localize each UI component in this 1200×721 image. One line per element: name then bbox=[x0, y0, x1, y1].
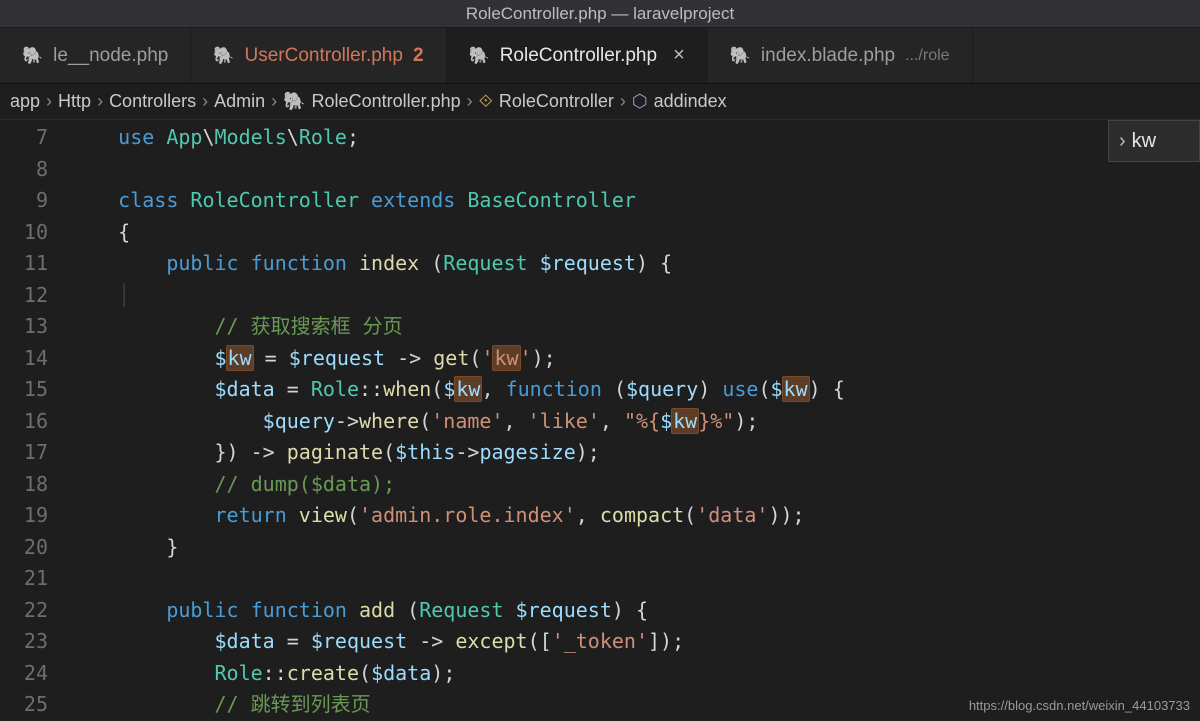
chevron-right-icon: › bbox=[202, 91, 208, 112]
line-number: 16 bbox=[0, 406, 48, 438]
code-line[interactable]: return view('admin.role.index', compact(… bbox=[70, 500, 1200, 532]
code-editor[interactable]: 78910111213141516171819202122232425 use … bbox=[0, 120, 1200, 721]
line-number: 9 bbox=[0, 185, 48, 217]
symbol-class-icon: ⟐ bbox=[479, 91, 493, 112]
php-icon: 🐘 bbox=[22, 46, 43, 66]
line-number: 17 bbox=[0, 437, 48, 469]
breadcrumb-item[interactable]: Http bbox=[58, 91, 91, 112]
tab-label: RoleController.php bbox=[500, 45, 657, 67]
code-line[interactable]: }) -> paginate($this->pagesize); bbox=[70, 437, 1200, 469]
line-number: 25 bbox=[0, 689, 48, 721]
line-number: 15 bbox=[0, 374, 48, 406]
chevron-right-icon: › bbox=[271, 91, 277, 112]
window-titlebar: RoleController.php — laravelproject bbox=[0, 0, 1200, 28]
code-area[interactable]: use App\Models\Role; class RoleControlle… bbox=[70, 120, 1200, 721]
line-number: 8 bbox=[0, 154, 48, 186]
find-widget-collapsed[interactable]: › kw bbox=[1108, 120, 1200, 162]
tab-label: index.blade.php bbox=[761, 45, 895, 67]
breadcrumb-item[interactable]: RoleController bbox=[499, 91, 614, 112]
code-line[interactable]: { bbox=[70, 217, 1200, 249]
code-line[interactable]: class RoleController extends BaseControl… bbox=[70, 185, 1200, 217]
tab-label: le__node.php bbox=[53, 45, 168, 67]
chevron-right-icon: › bbox=[1119, 130, 1126, 153]
window-title: RoleController.php — laravelproject bbox=[466, 4, 734, 24]
code-line[interactable] bbox=[70, 154, 1200, 186]
code-line[interactable]: $data = Role::when($kw, function ($query… bbox=[70, 374, 1200, 406]
line-number-gutter: 78910111213141516171819202122232425 bbox=[0, 120, 70, 721]
breadcrumb-item[interactable]: app bbox=[10, 91, 40, 112]
code-line[interactable]: $kw = $request -> get('kw'); bbox=[70, 343, 1200, 375]
line-number: 13 bbox=[0, 311, 48, 343]
code-line[interactable]: public function add (Request $request) { bbox=[70, 595, 1200, 627]
line-number: 22 bbox=[0, 595, 48, 627]
tab-modified-count: 2 bbox=[413, 45, 424, 67]
line-number: 10 bbox=[0, 217, 48, 249]
code-line[interactable]: │ bbox=[70, 280, 1200, 312]
tab-le-node-php[interactable]: 🐘 le__node.php bbox=[0, 28, 191, 83]
php-icon: 🐘 bbox=[283, 91, 305, 112]
chevron-right-icon: › bbox=[467, 91, 473, 112]
chevron-right-icon: › bbox=[620, 91, 626, 112]
code-line[interactable]: // 获取搜索框 分页 bbox=[70, 311, 1200, 343]
chevron-right-icon: › bbox=[97, 91, 103, 112]
php-icon: 🐘 bbox=[469, 46, 490, 66]
chevron-right-icon: › bbox=[46, 91, 52, 112]
tab-subpath: .../role bbox=[905, 47, 949, 65]
breadcrumb-item[interactable]: addindex bbox=[654, 91, 727, 112]
breadcrumb-item[interactable]: Controllers bbox=[109, 91, 196, 112]
line-number: 21 bbox=[0, 563, 48, 595]
line-number: 7 bbox=[0, 122, 48, 154]
line-number: 11 bbox=[0, 248, 48, 280]
breadcrumb-item[interactable]: RoleController.php bbox=[312, 91, 461, 112]
symbol-method-icon: ⬡ bbox=[632, 91, 648, 112]
line-number: 14 bbox=[0, 343, 48, 375]
editor-tabs: 🐘 le__node.php 🐘 UserController.php 2 🐘 RoleC… bbox=[0, 28, 1200, 84]
php-icon: 🐘 bbox=[213, 46, 234, 66]
watermark: https://blog.csdn.net/weixin_44103733 bbox=[969, 698, 1190, 713]
close-icon[interactable]: × bbox=[673, 44, 685, 67]
line-number: 23 bbox=[0, 626, 48, 658]
tab-rolecontroller-php[interactable]: 🐘 RoleController.php × bbox=[447, 28, 708, 83]
code-line[interactable]: use App\Models\Role; bbox=[70, 122, 1200, 154]
breadcrumb: app › Http › Controllers › Admin › 🐘 RoleControll… bbox=[0, 84, 1200, 120]
tab-usercontroller-php[interactable]: 🐘 UserController.php 2 bbox=[191, 28, 446, 83]
code-line[interactable]: $data = $request -> except(['_token']); bbox=[70, 626, 1200, 658]
code-line[interactable]: public function index (Request $request)… bbox=[70, 248, 1200, 280]
tab-label: UserController.php bbox=[245, 45, 403, 67]
line-number: 20 bbox=[0, 532, 48, 564]
line-number: 24 bbox=[0, 658, 48, 690]
code-line[interactable]: Role::create($data); bbox=[70, 658, 1200, 690]
find-term: kw bbox=[1132, 130, 1156, 153]
line-number: 19 bbox=[0, 500, 48, 532]
code-line[interactable] bbox=[70, 563, 1200, 595]
line-number: 12 bbox=[0, 280, 48, 312]
code-line[interactable]: $query->where('name', 'like', "%{$kw}%")… bbox=[70, 406, 1200, 438]
code-line[interactable]: } bbox=[70, 532, 1200, 564]
php-icon: 🐘 bbox=[730, 46, 751, 66]
code-line[interactable]: // dump($data); bbox=[70, 469, 1200, 501]
tab-index-blade-php[interactable]: 🐘 index.blade.php .../role bbox=[708, 28, 973, 83]
breadcrumb-item[interactable]: Admin bbox=[214, 91, 265, 112]
line-number: 18 bbox=[0, 469, 48, 501]
